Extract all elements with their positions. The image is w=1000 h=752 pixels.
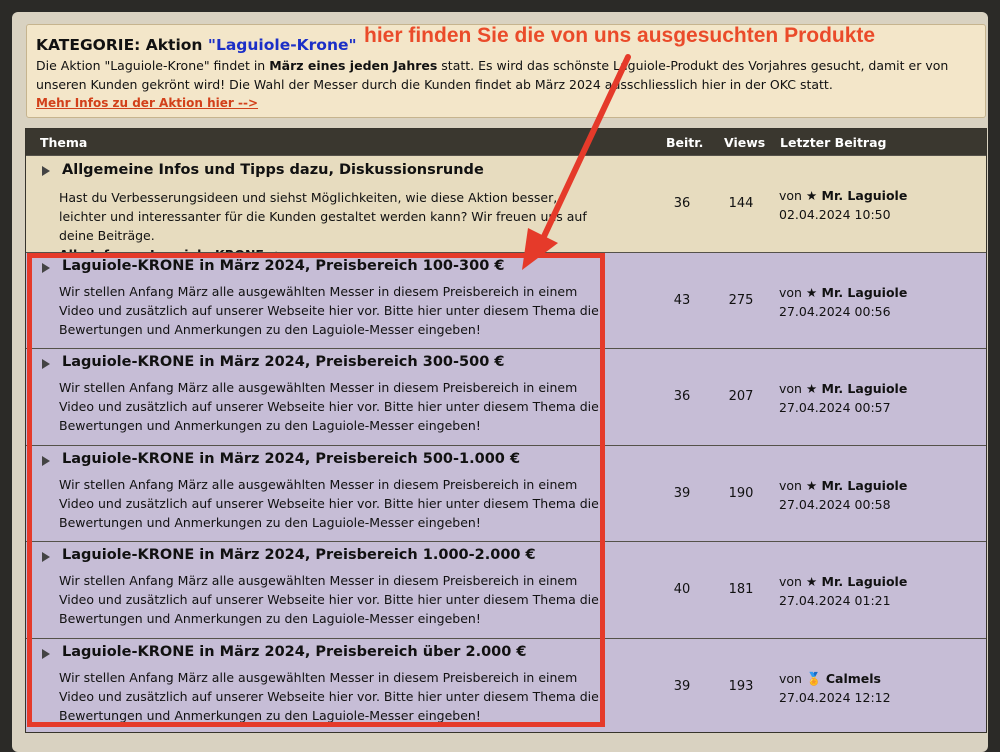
annotation-arrow-icon xyxy=(522,54,631,270)
